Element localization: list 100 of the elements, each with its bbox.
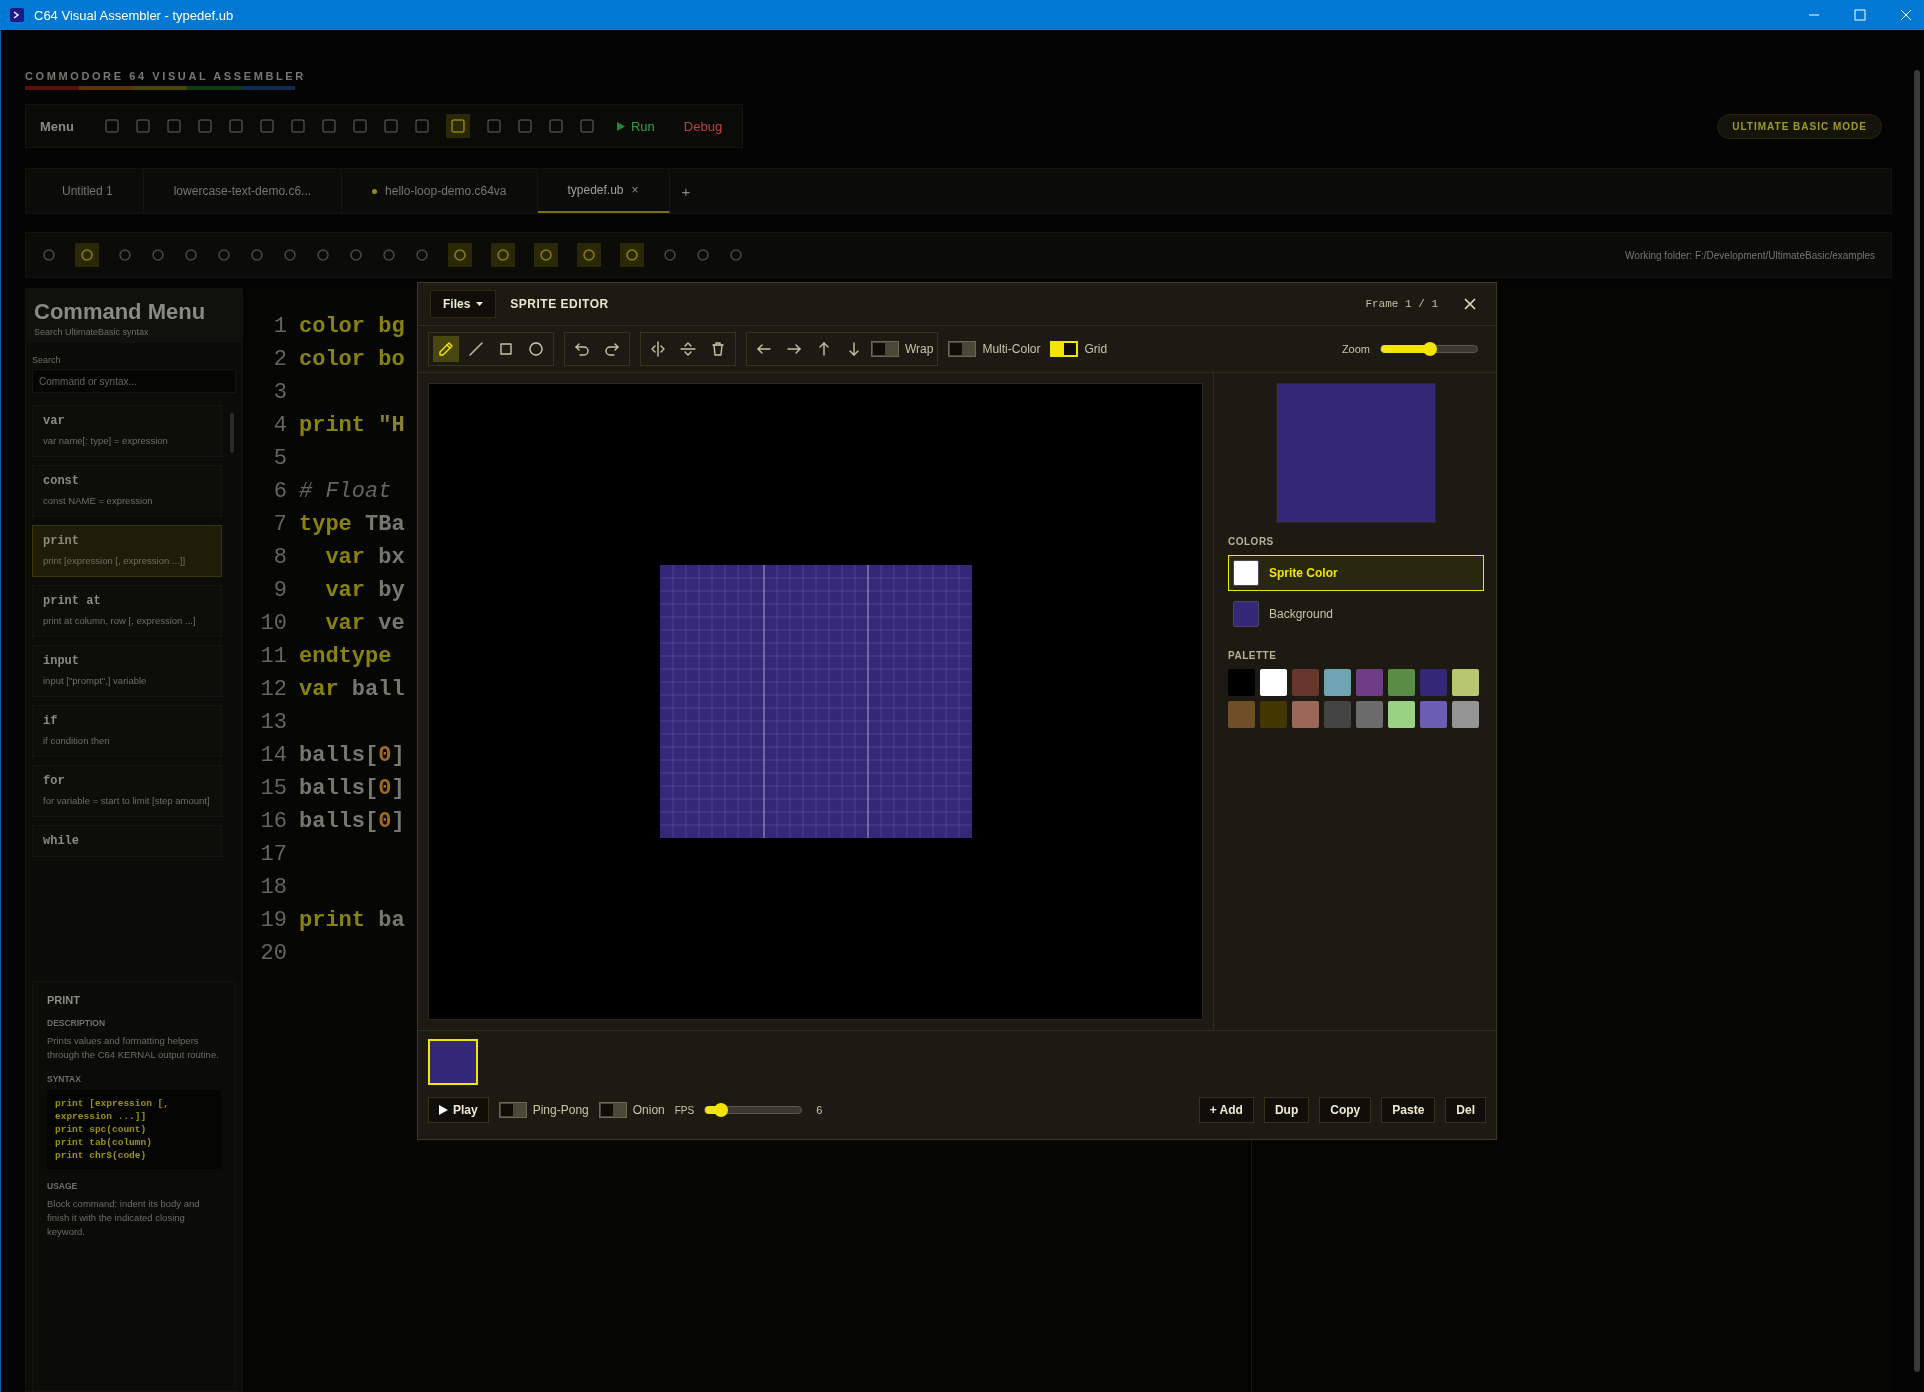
toolbar-icon[interactable]	[383, 119, 398, 133]
toggle-switch[interactable]	[498, 1102, 527, 1118]
toolbar-icon[interactable]	[491, 243, 515, 267]
toolbar-icon[interactable]	[228, 119, 243, 133]
file-tab[interactable]: Untitled 1	[32, 169, 144, 213]
files-menu-button[interactable]: Files	[430, 290, 497, 318]
fps-slider[interactable]	[704, 1106, 803, 1114]
palette-swatch[interactable]	[1388, 669, 1415, 696]
command-item[interactable]: print at print at column, row [, expression ...]	[32, 585, 222, 637]
palette-swatch[interactable]	[1324, 701, 1351, 728]
file-tab[interactable]: typedef.ub ×	[537, 169, 670, 213]
palette-swatch[interactable]	[1292, 701, 1319, 728]
toolbar-icon[interactable]	[135, 119, 150, 133]
toolbar-icon[interactable]	[290, 119, 305, 133]
toggle-switch[interactable]	[948, 341, 977, 357]
toolbar-icon[interactable]	[184, 248, 198, 262]
command-name: const	[43, 474, 80, 488]
palette-swatch[interactable]	[1420, 669, 1447, 696]
command-item[interactable]: var var name[: type] = expression	[32, 405, 222, 457]
toolbar-icon[interactable]	[118, 248, 132, 262]
line-number: 16	[259, 809, 287, 834]
toolbar-icon[interactable]	[486, 119, 501, 133]
file-tab[interactable]: hello-loop-demo.c64va	[342, 169, 538, 213]
toolbar-icon[interactable]	[250, 248, 264, 262]
toolbar-icon[interactable]	[166, 119, 181, 133]
toolbar-icon[interactable]	[316, 248, 330, 262]
palette-swatch[interactable]	[1388, 701, 1415, 728]
toolbar-icon[interactable]	[445, 114, 470, 138]
toolbar-icon[interactable]	[414, 119, 429, 133]
toolbar-icon[interactable]	[579, 119, 594, 133]
maximize-icon[interactable]	[1854, 9, 1866, 21]
menu-button[interactable]: Menu	[40, 118, 88, 134]
toolbar-icon[interactable]	[197, 119, 212, 133]
toolbar-icon[interactable]	[42, 248, 56, 262]
play-icon	[616, 121, 625, 131]
frame-button[interactable]: Del	[1445, 1097, 1486, 1123]
panel-title: Command Menu	[34, 299, 207, 325]
frame-button[interactable]: Dup	[1263, 1097, 1310, 1123]
scrollbar[interactable]	[1914, 70, 1920, 1372]
toolbar-icon[interactable]	[534, 243, 558, 267]
new-tab-button[interactable]: +	[669, 182, 703, 200]
toolbar-icon[interactable]	[663, 248, 677, 262]
toolbar-icon[interactable]	[321, 119, 336, 133]
command-item[interactable]: for for variable = start to limit [step amount]	[32, 765, 222, 817]
mode-badge[interactable]: ULTIMATE BASIC MODE	[1717, 113, 1882, 139]
command-item[interactable]: const const NAME = expression	[32, 465, 222, 517]
frame-button[interactable]: + Add	[1198, 1097, 1254, 1123]
command-item[interactable]: if if condition then	[32, 705, 222, 757]
color-slot[interactable]: Background	[1228, 596, 1484, 632]
drawing-canvas[interactable]	[428, 383, 1203, 1020]
command-item[interactable]: while	[32, 825, 222, 857]
toolbar-icon[interactable]	[259, 119, 274, 133]
run-button[interactable]: Run	[610, 117, 661, 135]
palette-swatch[interactable]	[1356, 701, 1383, 728]
file-tab[interactable]: lowercase-text-demo.c6...	[143, 169, 343, 213]
frame-button[interactable]: Copy	[1319, 1097, 1372, 1123]
toggle-switch[interactable]	[871, 341, 899, 357]
toolbar-icon[interactable]	[620, 243, 644, 267]
toolbar-icon[interactable]	[517, 119, 532, 133]
toolbar-icon[interactable]	[75, 243, 99, 267]
command-item[interactable]: print print [expression [, expression ...]]	[32, 525, 222, 577]
frame-thumbnail[interactable]	[428, 1039, 478, 1085]
toolbar-icon[interactable]	[729, 248, 743, 262]
toolbar-icon[interactable]	[448, 243, 472, 267]
palette-swatch[interactable]	[1292, 669, 1319, 696]
color-slot[interactable]: Sprite Color	[1228, 555, 1484, 591]
toggle-switch[interactable]	[598, 1102, 627, 1118]
toolbar-icon[interactable]	[382, 248, 396, 262]
close-icon[interactable]	[1464, 298, 1476, 310]
toolbar-icon[interactable]	[283, 248, 297, 262]
toolbar-icon[interactable]	[104, 119, 119, 133]
toolbar-icon[interactable]	[696, 248, 710, 262]
palette-swatch[interactable]	[1260, 669, 1287, 696]
command-item[interactable]: input input ["prompt",] variable	[32, 645, 222, 697]
palette-swatch[interactable]	[1420, 701, 1447, 728]
toolbar-icon[interactable]	[548, 119, 563, 133]
toolbar-icon[interactable]	[217, 248, 231, 262]
play-icon	[439, 1105, 448, 1115]
palette-swatch[interactable]	[1452, 669, 1479, 696]
app-logo: COMMODORE 64 VISUAL ASSEMBLER	[25, 70, 306, 82]
frame-button[interactable]: Paste	[1381, 1097, 1436, 1123]
toolbar-icon[interactable]	[415, 248, 429, 262]
sprite-grid[interactable]	[659, 565, 972, 838]
palette-swatch[interactable]	[1260, 701, 1287, 728]
pencil-icon	[438, 341, 454, 357]
search-field[interactable]: Command or syntax...	[32, 369, 236, 393]
toolbar-icon[interactable]	[577, 243, 601, 267]
debug-button[interactable]: Debug	[677, 117, 729, 135]
palette-swatch[interactable]	[1228, 669, 1255, 696]
toolbar-icon[interactable]	[352, 119, 367, 133]
zoom-slider[interactable]	[1380, 345, 1478, 353]
play-button[interactable]: Play	[428, 1097, 489, 1123]
tool-button[interactable]	[433, 336, 459, 362]
toolbar-icon[interactable]	[349, 248, 363, 262]
palette-swatch[interactable]	[1452, 701, 1479, 728]
palette-swatch[interactable]	[1356, 669, 1383, 696]
palette-swatch[interactable]	[1324, 669, 1351, 696]
line-number: 1	[272, 314, 287, 339]
toolbar-icon[interactable]	[151, 248, 165, 262]
palette-swatch[interactable]	[1228, 701, 1255, 728]
